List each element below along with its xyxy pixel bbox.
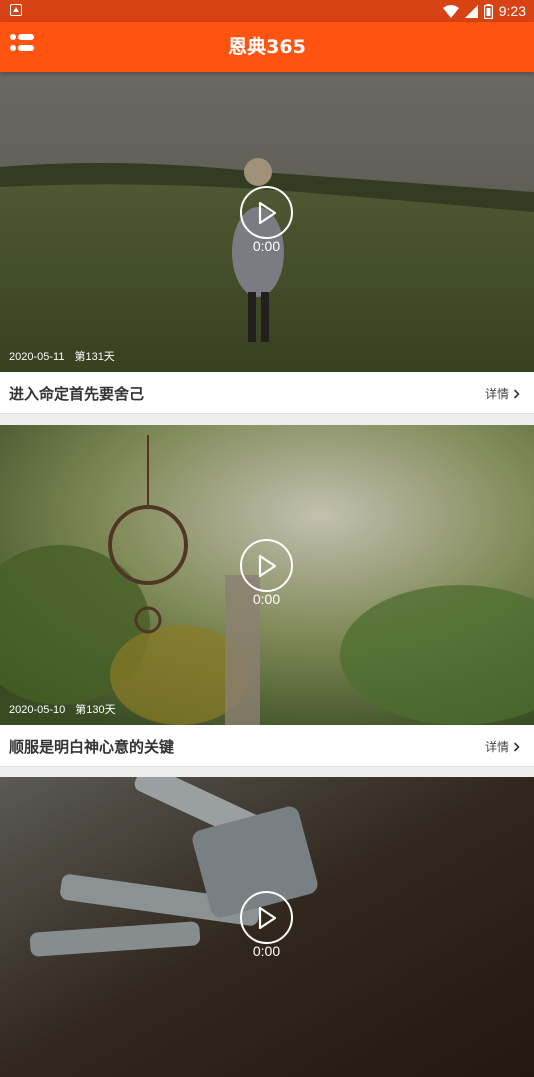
- video-duration: 0:00: [252, 943, 281, 959]
- video-card[interactable]: 0:00 2020-05-11 第131天 进入命定首先要舍己 详情: [0, 72, 534, 414]
- video-duration: 0:00: [252, 591, 281, 607]
- video-day: 第131天: [74, 351, 115, 363]
- play-button[interactable]: [240, 186, 293, 239]
- video-title[interactable]: 进入命定首先要舍己: [9, 383, 144, 404]
- detail-label: 详情: [484, 387, 509, 401]
- notification-icon: [10, 4, 22, 16]
- video-card[interactable]: 0:00 2020-05-10 第130天 顺服是明白神心意的关键 详情: [0, 425, 534, 767]
- status-bar: 9:23: [0, 0, 534, 22]
- video-meta: 2020-05-11 第131天: [9, 348, 115, 364]
- chevron-right-icon: [513, 741, 520, 752]
- play-icon: [258, 201, 277, 225]
- play-icon: [258, 554, 277, 578]
- video-thumbnail[interactable]: 0:00 2020-05-11 第131天: [0, 72, 534, 372]
- video-card[interactable]: 0:00: [0, 777, 534, 1077]
- detail-label: 详情: [484, 740, 509, 754]
- video-meta: 2020-05-10 第130天: [9, 701, 116, 717]
- video-date: 2020-05-11: [9, 351, 65, 363]
- video-thumbnail[interactable]: 0:00 2020-05-10 第130天: [0, 425, 534, 725]
- app-bar: 恩典365: [0, 22, 534, 72]
- detail-link[interactable]: 详情: [485, 385, 520, 402]
- card-footer: 顺服是明白神心意的关键 详情: [0, 725, 534, 767]
- battery-icon: [483, 3, 493, 19]
- signal-icon: [464, 4, 478, 18]
- video-thumbnail[interactable]: 0:00: [0, 777, 534, 1077]
- clock: 9:23: [498, 3, 526, 19]
- wifi-icon: [442, 4, 459, 18]
- video-day: 第130天: [75, 704, 116, 716]
- play-button[interactable]: [240, 539, 293, 592]
- card-footer: 进入命定首先要舍己 详情: [0, 372, 534, 414]
- app-title: 恩典365: [228, 36, 306, 58]
- play-button[interactable]: [240, 891, 293, 944]
- chevron-right-icon: [513, 388, 520, 399]
- video-duration: 0:00: [252, 238, 281, 254]
- video-date: 2020-05-10: [9, 704, 66, 716]
- video-title[interactable]: 顺服是明白神心意的关键: [9, 736, 174, 757]
- status-icons: 9:23: [442, 3, 526, 19]
- play-icon: [258, 906, 277, 930]
- detail-link[interactable]: 详情: [485, 738, 520, 755]
